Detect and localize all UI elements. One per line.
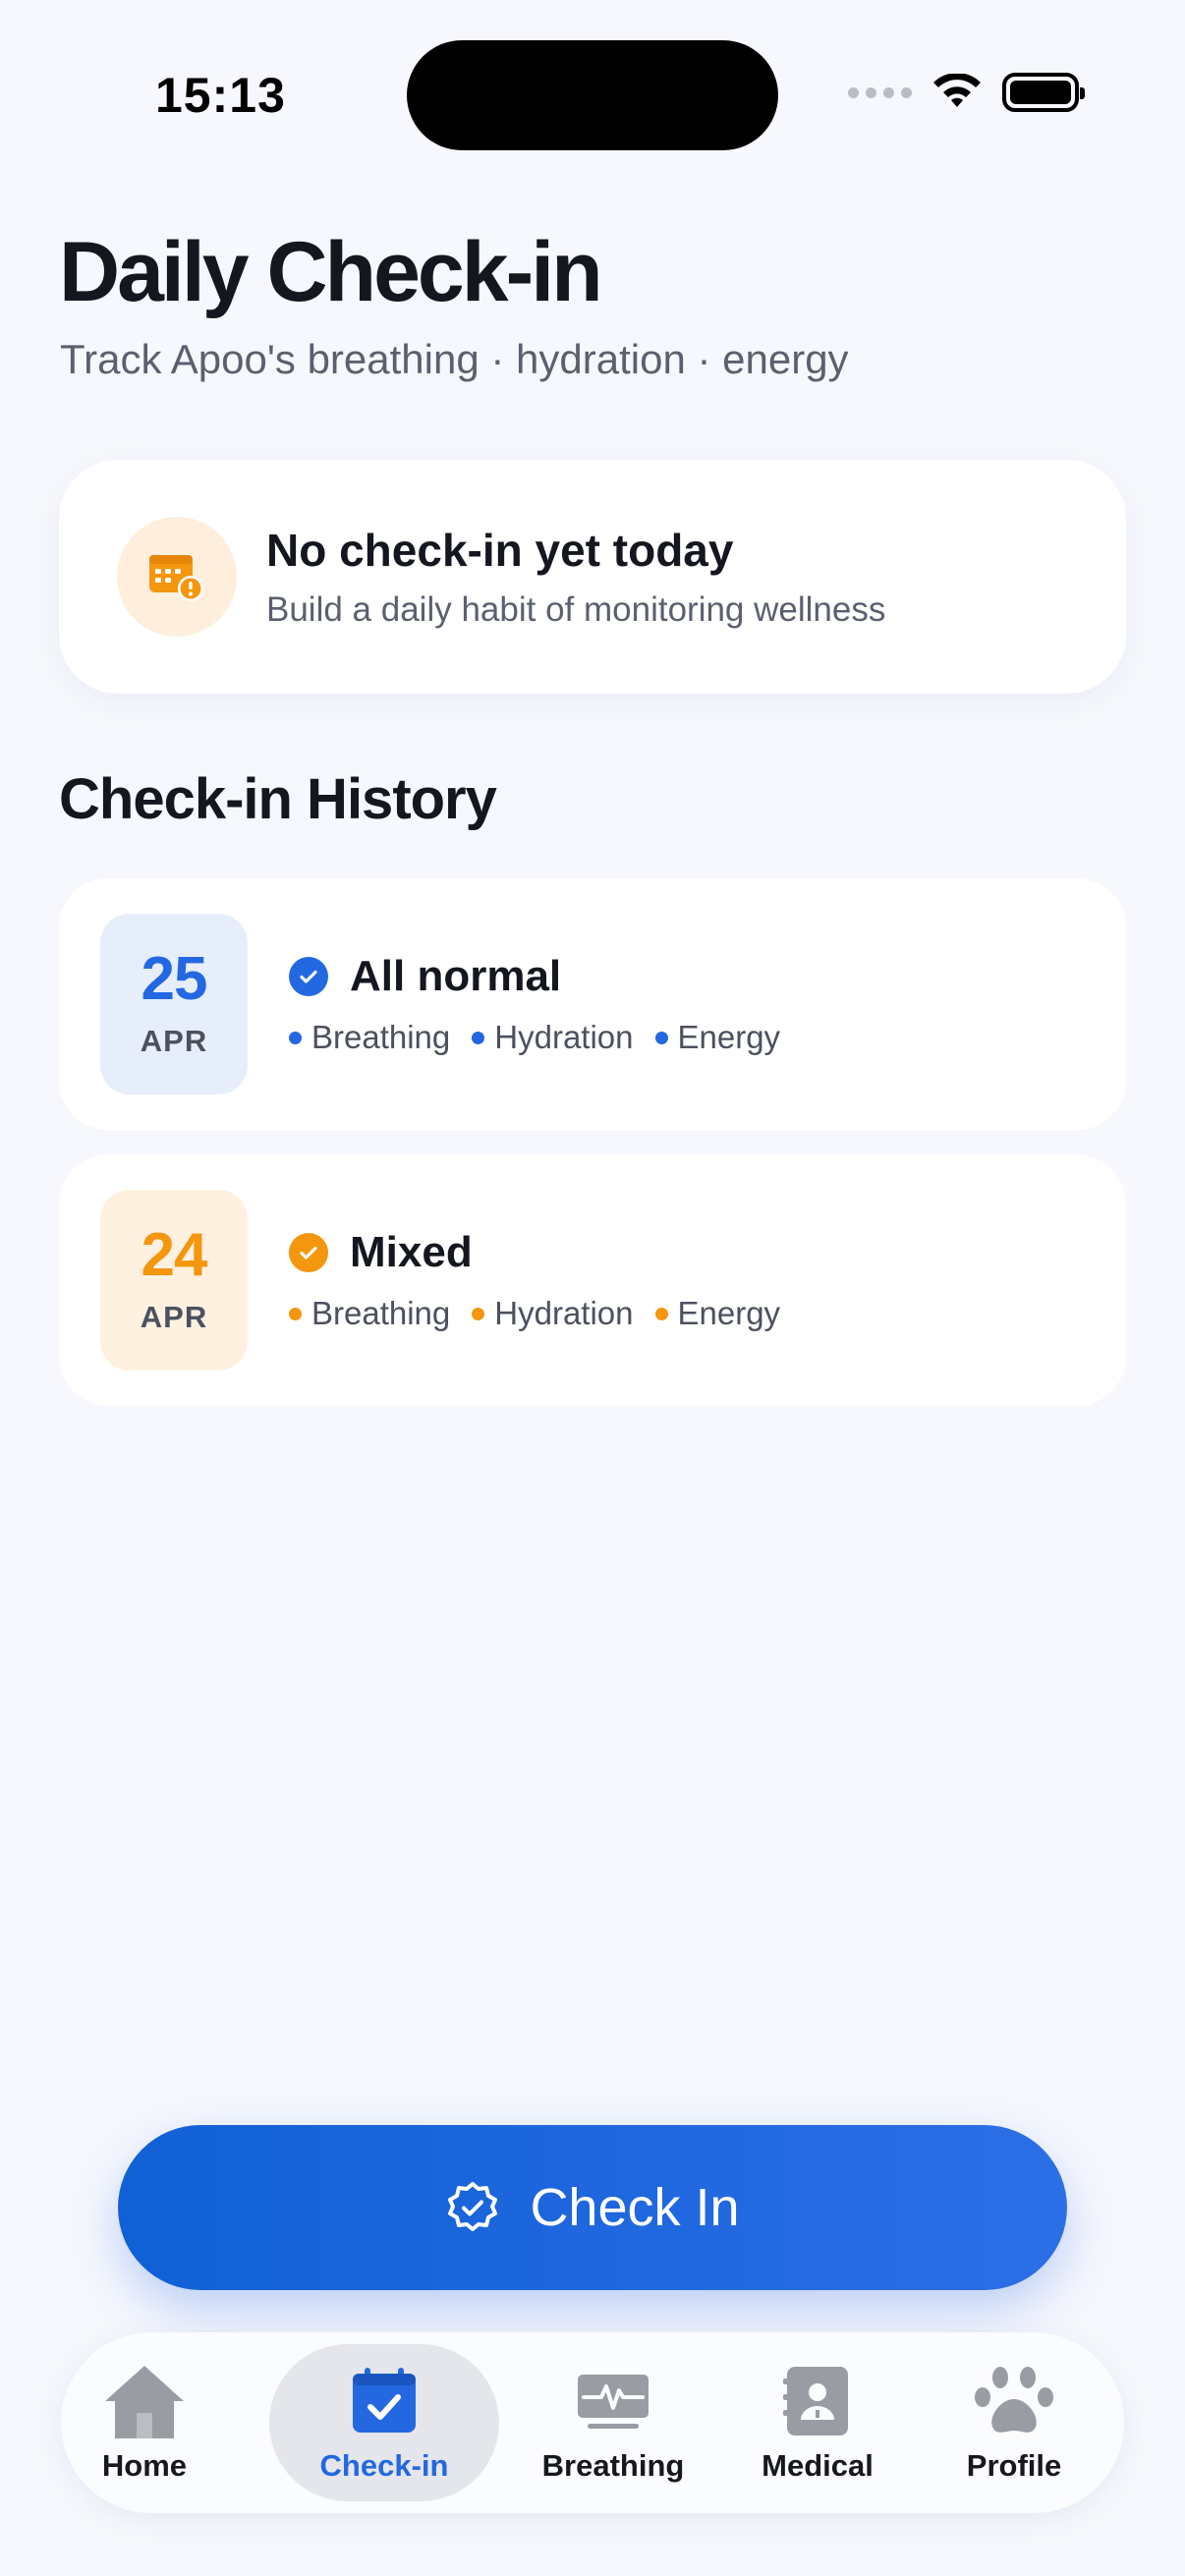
monitor-waveform-icon (574, 2362, 652, 2440)
wifi-icon (933, 74, 981, 107)
metric-energy: Energy (654, 1019, 780, 1056)
battery-icon (1002, 73, 1085, 112)
metric-breathing: Breathing (289, 1019, 450, 1056)
status-indicators (848, 73, 1085, 112)
check-in-button-label: Check In (530, 2178, 740, 2237)
metric-energy: Energy (654, 1295, 780, 1332)
date-badge: 24 APR (100, 1190, 248, 1371)
notice-title: No check-in yet today (266, 525, 734, 576)
history-item[interactable]: 24 APR Mixed Breathing Hydration Energy (59, 1154, 1126, 1406)
check-circle-icon (289, 957, 328, 996)
tab-home[interactable]: Home (71, 2344, 218, 2501)
metric-hydration: Hydration (472, 1019, 634, 1056)
page-title: Daily Check-in (59, 225, 603, 319)
date-day: 24 (141, 1221, 208, 1289)
date-month: APR (140, 1024, 208, 1058)
calendar-check-icon (349, 2362, 420, 2440)
date-month: APR (140, 1300, 208, 1334)
history-item[interactable]: 25 APR All normal Breathing Hydration En… (59, 878, 1126, 1130)
tab-breathing[interactable]: Breathing (515, 2344, 711, 2501)
calendar-alert-icon (117, 517, 237, 637)
paw-icon (973, 2362, 1055, 2440)
date-day: 25 (141, 945, 208, 1013)
badge-check-icon (448, 2182, 498, 2231)
date-badge: 25 APR (100, 914, 248, 1094)
medical-record-icon (783, 2362, 852, 2440)
check-circle-icon (289, 1233, 328, 1272)
dynamic-island (407, 40, 778, 150)
notice-description: Build a daily habit of monitoring wellne… (266, 590, 886, 629)
history-status-label: Mixed (350, 1228, 473, 1276)
metric-breathing: Breathing (289, 1295, 450, 1332)
status-time: 15:13 (155, 68, 286, 123)
no-checkin-notice-card: No check-in yet today Build a daily habi… (59, 460, 1126, 694)
history-status-label: All normal (350, 952, 562, 1000)
tab-profile[interactable]: Profile (926, 2344, 1102, 2501)
tab-check-in[interactable]: Check-in (269, 2344, 499, 2501)
tab-bar: Home Check-in Breathing Medical Profile (61, 2332, 1124, 2513)
metric-hydration: Hydration (472, 1295, 634, 1332)
section-title-history: Check-in History (59, 767, 497, 831)
page-subtitle: Track Apoo's breathing · hydration · ene… (60, 336, 849, 382)
signal-icon (848, 86, 912, 98)
tab-medical[interactable]: Medical (729, 2344, 906, 2501)
check-in-button[interactable]: Check In (118, 2125, 1067, 2290)
house-icon (101, 2362, 188, 2440)
